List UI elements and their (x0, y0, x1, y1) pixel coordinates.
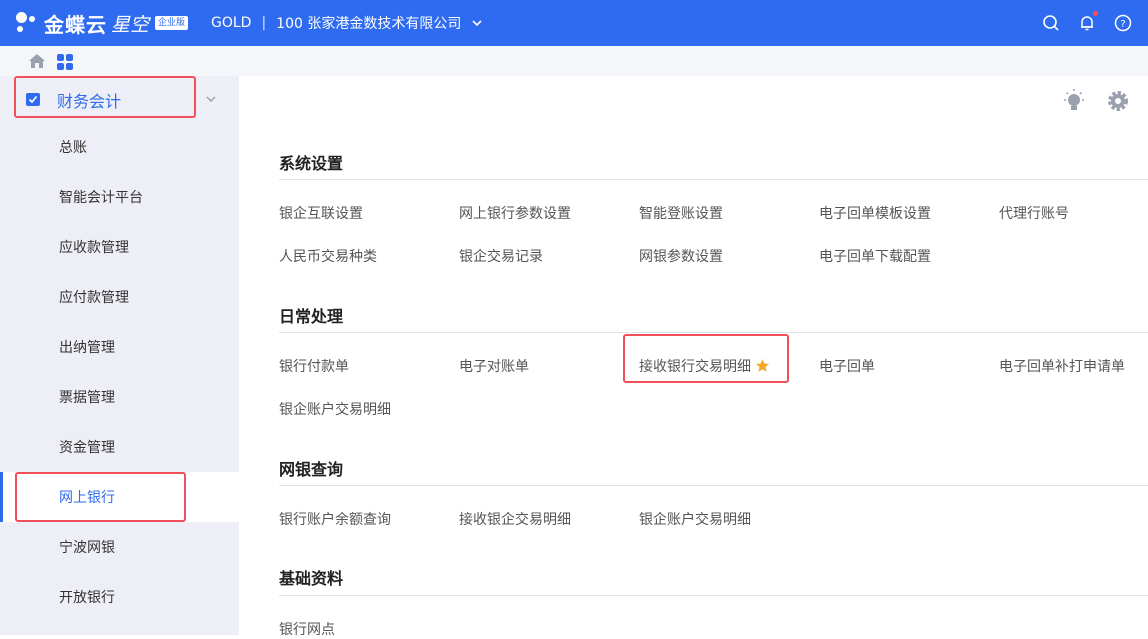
notification-button[interactable] (1078, 11, 1098, 32)
sidebar-item-label: 智能会计平台 (59, 190, 143, 206)
sidebar-item-label: 应收款管理 (59, 240, 129, 256)
sidebar-item-label: 应付款管理 (59, 290, 129, 306)
top-bar: 金蝶云 星空 企业版 GOLD | 100 张家港金数技术有限公司 ? (0, 0, 1148, 46)
sidebar-item-label: 开放银行 (59, 590, 115, 606)
tab-bar (0, 46, 1148, 76)
sidebar-item-label: 票据管理 (59, 390, 115, 406)
logo-subtitle: 星空 (111, 13, 150, 36)
edition-badge: 企业版 (155, 16, 189, 30)
product-logo[interactable]: 金蝶云 星空 企业版 (14, 7, 189, 39)
annotation-highlight (14, 76, 196, 118)
section-divider (279, 332, 1148, 333)
gear-icon[interactable] (1105, 88, 1131, 114)
sidebar-item-smart-accounting[interactable]: 智能会计平台 (0, 172, 239, 222)
link-online-bank-params[interactable]: 网上银行参数设置 (459, 203, 571, 223)
svg-text:?: ? (1120, 19, 1125, 30)
link-agent-bank-account[interactable]: 代理行账号 (999, 203, 1069, 223)
link-bank-branches[interactable]: 银行网点 (279, 619, 335, 639)
tenant-name: GOLD (211, 15, 252, 31)
link-receive-transaction-details[interactable]: 接收银企交易明细 (459, 509, 571, 529)
header-actions: ? (1042, 0, 1132, 46)
link-account-transaction-details[interactable]: 银企账户交易明细 (279, 399, 391, 419)
sidebar-item-ningbo-bank[interactable]: 宁波网银 (0, 522, 239, 572)
section-title-system-settings: 系统设置 (279, 154, 344, 173)
sidebar-item-payables[interactable]: 应付款管理 (0, 272, 239, 322)
header-separator: | (261, 15, 267, 31)
help-icon[interactable]: ? (1114, 14, 1132, 32)
section-title-ebank-query: 网银查询 (279, 460, 344, 479)
link-bank-enterprise-setup[interactable]: 银企互联设置 (279, 203, 363, 223)
link-account-transaction-query[interactable]: 银企账户交易明细 (639, 509, 751, 529)
link-bank-payment-bill[interactable]: 银行付款单 (279, 356, 349, 376)
logo-text: 金蝶云 (44, 12, 107, 37)
sidebar-item-receivables[interactable]: 应收款管理 (0, 222, 239, 272)
section-divider (279, 595, 1148, 596)
active-indicator (0, 472, 3, 522)
sidebar-item-funds[interactable]: 资金管理 (0, 422, 239, 472)
search-icon[interactable] (1042, 14, 1060, 32)
annotation-highlight (15, 472, 186, 522)
apps-grid-icon[interactable] (56, 53, 74, 71)
sidebar-item-open-banking[interactable]: 开放银行 (0, 572, 239, 622)
link-e-statement[interactable]: 电子对账单 (459, 356, 529, 376)
link-receipt-template-setup[interactable]: 电子回单模板设置 (819, 203, 931, 223)
annotation-highlight (623, 334, 789, 383)
link-rmb-transaction-types[interactable]: 人民币交易种类 (279, 246, 377, 266)
link-e-receipt[interactable]: 电子回单 (819, 356, 875, 376)
home-icon[interactable] (28, 53, 46, 69)
notification-dot (1093, 11, 1098, 16)
link-smart-posting-setup[interactable]: 智能登账设置 (639, 203, 723, 223)
sidebar-item-label: 资金管理 (59, 440, 115, 456)
section-divider (279, 485, 1148, 486)
chevron-down-icon[interactable] (205, 93, 217, 105)
lightbulb-icon[interactable] (1061, 88, 1087, 114)
section-title-basic-data: 基础资料 (279, 569, 344, 588)
link-receipt-reprint-request[interactable]: 电子回单补打申请单 (999, 356, 1125, 376)
section-divider (279, 179, 1148, 180)
sidebar: 财务会计 总账 智能会计平台 应收款管理 应付款管理 出纳管理 票据管理 资金管… (0, 76, 239, 635)
bell-icon (1081, 16, 1093, 31)
sidebar-item-label: 宁波网银 (59, 540, 115, 556)
org-switcher[interactable]: GOLD | 100 张家港金数技术有限公司 (211, 0, 483, 46)
link-ebank-params[interactable]: 网银参数设置 (639, 246, 723, 266)
main-content: 系统设置 银企互联设置 网上银行参数设置 智能登账设置 电子回单模板设置 代理行… (239, 76, 1148, 638)
org-name: 100 张家港金数技术有限公司 (276, 16, 462, 32)
link-transaction-records[interactable]: 银企交易记录 (459, 246, 543, 266)
chevron-down-icon[interactable] (471, 17, 483, 29)
section-title-daily-processing: 日常处理 (279, 307, 344, 326)
logo-mark-icon (14, 10, 40, 36)
link-receipt-download-config[interactable]: 电子回单下载配置 (819, 246, 931, 266)
sidebar-item-label: 出纳管理 (59, 340, 115, 356)
sidebar-item-notes[interactable]: 票据管理 (0, 372, 239, 422)
sidebar-item-label: 总账 (59, 140, 87, 156)
sidebar-item-general-ledger[interactable]: 总账 (0, 122, 239, 172)
sidebar-item-cashier[interactable]: 出纳管理 (0, 322, 239, 372)
link-balance-query[interactable]: 银行账户余额查询 (279, 509, 391, 529)
